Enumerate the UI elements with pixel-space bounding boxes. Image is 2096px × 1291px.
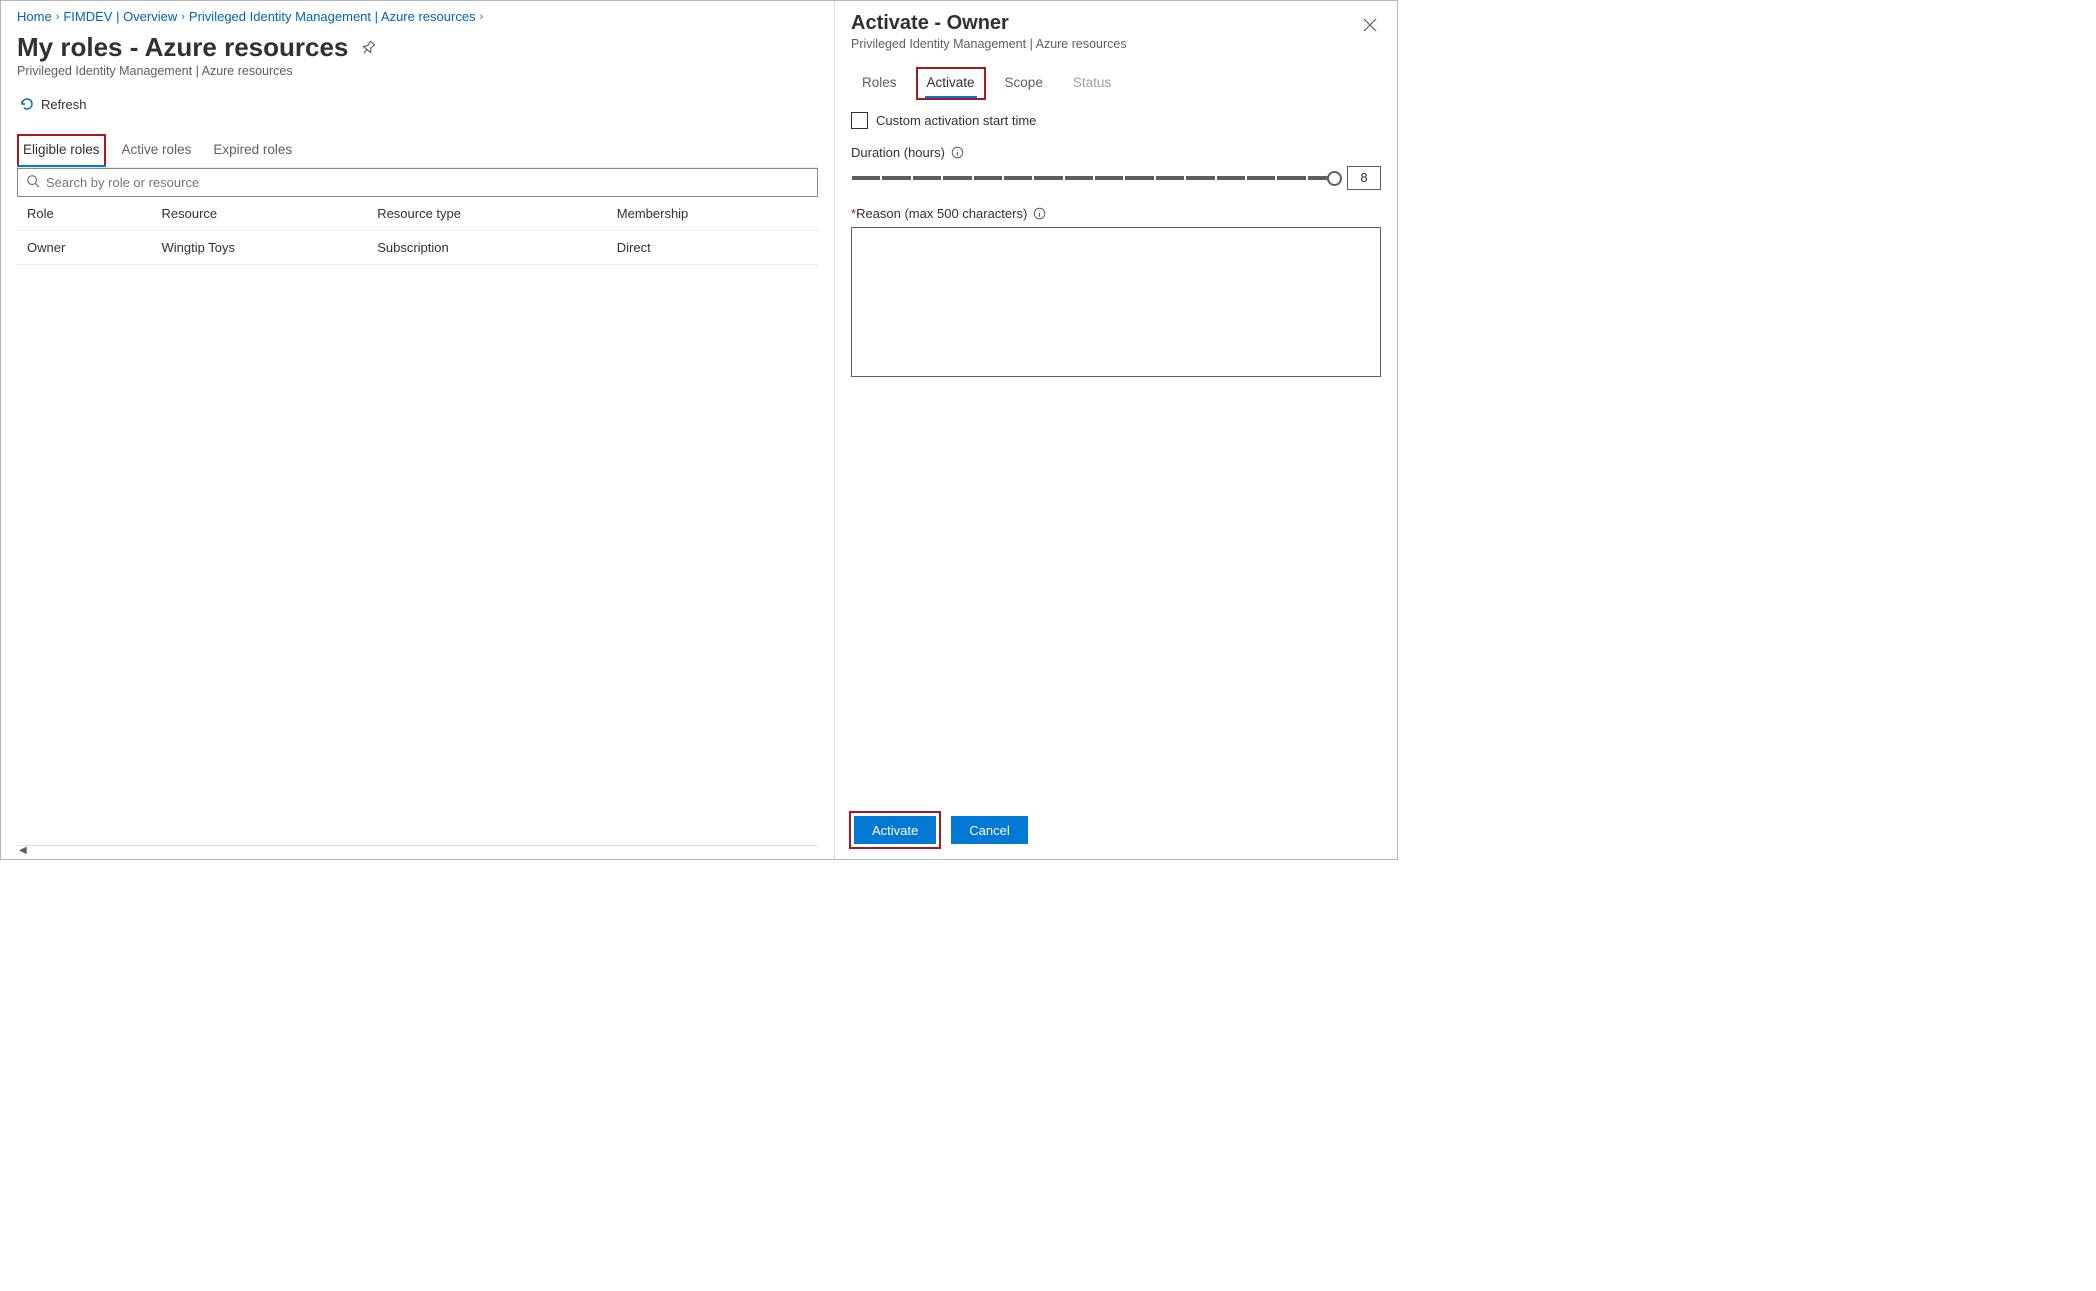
scroll-left-icon: ◀ [19,845,27,856]
tab-active-roles[interactable]: Active roles [116,134,198,167]
toolbar: Refresh [17,92,818,116]
blade-tabs: Roles Activate Scope Status [851,67,1381,100]
table-header-row: Role Resource Resource type Membership [17,197,818,231]
custom-start-label: Custom activation start time [876,113,1036,128]
role-tabs: Eligible roles Active roles Expired role… [17,134,818,168]
custom-start-checkbox[interactable] [851,112,868,129]
blade-footer: Activate Cancel [851,813,1381,847]
duration-label: Duration (hours) [851,145,945,160]
blade-tab-status: Status [1062,67,1122,100]
custom-start-row: Custom activation start time [851,112,1381,129]
close-icon [1363,20,1377,35]
pin-icon[interactable] [360,40,375,55]
breadcrumb-pim[interactable]: Privileged Identity Management | Azure r… [189,9,476,24]
table-row[interactable]: Owner Wingtip Toys Subscription Direct [17,231,818,265]
cell-role: Owner [17,231,152,265]
col-membership[interactable]: Membership [607,197,818,231]
roles-table: Role Resource Resource type Membership O… [17,197,818,265]
blade-title: Activate - Owner [851,12,1127,35]
blade-tab-roles[interactable]: Roles [851,67,908,100]
duration-slider[interactable] [851,169,1337,187]
cell-resource-type: Subscription [367,231,607,265]
page-subtitle: Privileged Identity Management | Azure r… [17,64,818,78]
duration-value[interactable]: 8 [1347,166,1381,190]
cancel-button[interactable]: Cancel [951,816,1027,844]
refresh-icon [19,96,35,112]
breadcrumb-fimdev[interactable]: FIMDEV | Overview [63,9,177,24]
chevron-right-icon: › [56,11,60,23]
col-resource-type[interactable]: Resource type [367,197,607,231]
blade-tab-scope[interactable]: Scope [994,67,1054,100]
activate-button-wrap: Activate [851,813,939,847]
blade-form: Custom activation start time Duration (h… [851,112,1381,380]
info-icon[interactable] [951,146,964,159]
activate-blade: Activate - Owner Privileged Identity Man… [834,1,1397,859]
breadcrumb-home[interactable]: Home [17,9,52,24]
horizontal-scrollbar[interactable]: ◀ [17,845,818,859]
page-title: My roles - Azure resources [17,32,348,63]
reason-label: *Reason (max 500 characters) [851,206,1027,221]
reason-textarea[interactable] [851,227,1381,377]
info-icon[interactable] [1033,207,1046,220]
duration-slider-row: 8 [851,166,1381,190]
cell-resource: Wingtip Toys [152,231,368,265]
breadcrumb: Home › FIMDEV | Overview › Privileged Id… [17,9,818,24]
refresh-label: Refresh [41,97,87,112]
duration-label-row: Duration (hours) [851,145,1381,160]
search-bar[interactable] [17,168,818,197]
reason-field: *Reason (max 500 characters) [851,206,1381,380]
duration-field: Duration (hours) 8 [851,145,1381,190]
blade-header: Activate - Owner Privileged Identity Man… [851,12,1381,51]
tab-eligible-roles[interactable]: Eligible roles [17,134,106,167]
col-role[interactable]: Role [17,197,152,231]
chevron-right-icon: › [480,11,484,23]
blade-subtitle: Privileged Identity Management | Azure r… [851,37,1127,51]
close-button[interactable] [1359,14,1381,39]
chevron-right-icon: › [181,11,185,23]
search-icon [26,174,46,191]
col-resource[interactable]: Resource [152,197,368,231]
page-title-row: My roles - Azure resources [17,32,818,63]
cell-membership: Direct [607,231,818,265]
reason-label-row: *Reason (max 500 characters) [851,206,1381,221]
slider-ticks [851,176,1337,180]
slider-thumb[interactable] [1327,171,1342,186]
blade-tab-activate[interactable]: Activate [916,67,986,100]
search-input[interactable] [46,175,809,190]
tab-expired-roles[interactable]: Expired roles [207,134,298,167]
activate-button[interactable]: Activate [854,816,936,844]
main-panel: Home › FIMDEV | Overview › Privileged Id… [1,1,834,859]
refresh-button[interactable]: Refresh [17,92,89,116]
